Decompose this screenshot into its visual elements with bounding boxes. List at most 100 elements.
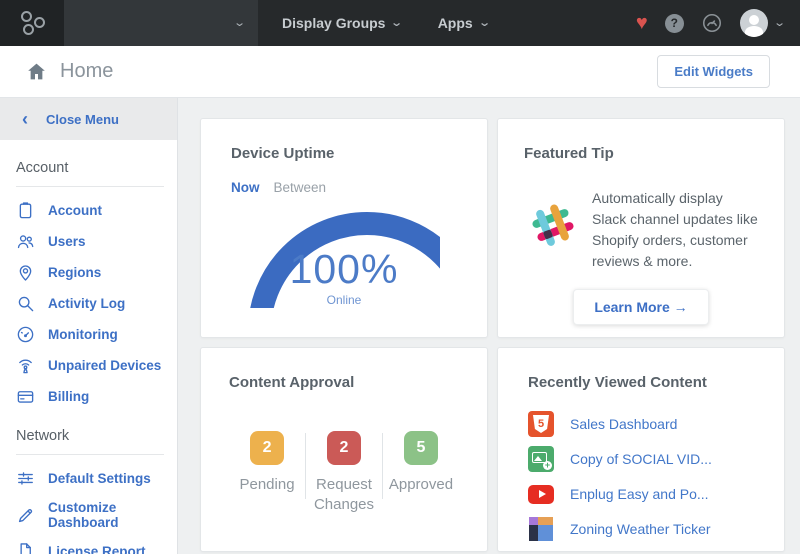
map-pin-icon xyxy=(19,265,32,281)
sidebar-item-default-settings[interactable]: Default Settings xyxy=(16,469,177,488)
learn-more-button[interactable]: Learn More → xyxy=(573,289,709,325)
pen-icon xyxy=(18,508,33,522)
main-content: Device Uptime Now Between 100% Online Fe… xyxy=(178,98,800,554)
stat-pending[interactable]: 2 Pending xyxy=(229,431,305,495)
sidebar-item-label: Default Settings xyxy=(48,471,151,486)
recent-item-link: Enplug Easy and Po... xyxy=(570,486,709,502)
sidebar-item-label: Billing xyxy=(48,389,90,404)
device-uptime-card: Device Uptime Now Between 100% Online xyxy=(200,118,488,338)
stat-approved[interactable]: 5 Approved xyxy=(383,431,459,495)
sidebar-item-users[interactable]: Users xyxy=(16,232,177,251)
tab-now[interactable]: Now xyxy=(231,180,260,195)
sidebar-item-label: Monitoring xyxy=(48,327,118,342)
recent-item-sales-dashboard[interactable]: 5 Sales Dashboard xyxy=(528,411,754,437)
display-group-selector[interactable]: ⌄ xyxy=(64,0,258,46)
section-title: Network xyxy=(16,428,70,444)
document-icon xyxy=(20,543,31,554)
uptime-tabs: Now Between xyxy=(231,180,457,195)
card-title: Content Approval xyxy=(229,374,355,391)
card-title: Device Uptime xyxy=(231,145,335,162)
nav-display-groups[interactable]: Display Groups ⌄ xyxy=(282,15,404,31)
recent-item-link: Copy of SOCIAL VID... xyxy=(570,451,712,467)
sidebar-item-label: Users xyxy=(48,234,86,249)
sidebar-item-license-report[interactable]: License Report xyxy=(16,542,177,554)
image-plus-icon: + xyxy=(528,446,554,472)
uptime-label: Online xyxy=(326,293,362,307)
nav-apps[interactable]: Apps ⌄ xyxy=(437,15,491,31)
stat-label: Approved xyxy=(388,476,454,493)
tab-between[interactable]: Between xyxy=(274,180,327,195)
section-title: Account xyxy=(16,160,69,176)
recent-item-enplug-video[interactable]: Enplug Easy and Po... xyxy=(528,481,754,507)
sidebar-item-activity-log[interactable]: Activity Log xyxy=(16,294,177,313)
avatar xyxy=(739,9,768,37)
close-menu-button[interactable]: ‹ Close Menu xyxy=(0,98,177,140)
approval-stats: 2 Pending 2 Request Changes 5 Approved xyxy=(229,431,459,514)
credit-card-icon xyxy=(17,391,34,403)
sidebar-item-label: Activity Log xyxy=(48,296,126,311)
top-bar: ⌄ Display Groups ⌄ Apps ⌄ ♥ ? ⌄ xyxy=(0,0,800,46)
nav-apps-label: Apps xyxy=(437,15,473,31)
top-nav: Display Groups ⌄ Apps ⌄ xyxy=(282,15,491,31)
magnifier-icon xyxy=(18,296,34,312)
nav-display-groups-label: Display Groups xyxy=(282,15,386,31)
enplug-logo-icon xyxy=(19,11,45,35)
chevron-down-icon: ⌄ xyxy=(232,16,246,29)
tip-body-text: Automatically display Slack channel upda… xyxy=(592,190,758,269)
featured-tip-card: Featured Tip Automatically display Slack… xyxy=(497,118,785,338)
sidebar-section-account: Account Account Users Regions Activity L… xyxy=(0,140,177,422)
uptime-value: 100% xyxy=(289,246,399,292)
gauge-icon xyxy=(17,326,34,343)
sidebar-item-account[interactable]: Account xyxy=(16,201,177,220)
user-menu[interactable]: ⌄ xyxy=(739,9,786,37)
chevron-down-icon: ⌄ xyxy=(477,16,491,29)
sidebar-item-unpaired-devices[interactable]: Unpaired Devices xyxy=(16,356,177,375)
recent-item-link: Zoning Weather Ticker xyxy=(570,521,711,537)
help-icon[interactable]: ? xyxy=(664,13,684,33)
slack-icon xyxy=(523,195,582,254)
clipboard-icon xyxy=(19,202,32,219)
request-changes-count-badge: 2 xyxy=(326,431,361,465)
recent-item-zoning-weather[interactable]: Zoning Weather Ticker xyxy=(528,516,754,542)
wifi-device-icon xyxy=(19,359,32,374)
page-title: Home xyxy=(60,60,114,82)
youtube-icon xyxy=(528,481,554,507)
chevron-left-icon: ‹ xyxy=(22,109,28,129)
edit-widgets-button[interactable]: Edit Widgets xyxy=(657,55,770,88)
approved-count-badge: 5 xyxy=(403,431,438,465)
heart-icon[interactable]: ♥ xyxy=(636,13,648,33)
uptime-gauge: 100% Online xyxy=(248,212,440,308)
support-icon[interactable] xyxy=(701,12,723,34)
topbar-actions: ♥ ? ⌄ xyxy=(636,9,800,37)
sidebar-item-label: Account xyxy=(48,203,102,218)
html5-icon: 5 xyxy=(528,411,554,437)
sidebar-item-label: License Report xyxy=(48,544,146,554)
sliders-icon xyxy=(18,472,33,485)
sidebar-item-regions[interactable]: Regions xyxy=(16,263,177,282)
sidebar-item-billing[interactable]: Billing xyxy=(16,387,177,406)
sidebar-item-monitoring[interactable]: Monitoring xyxy=(16,325,177,344)
recently-viewed-card: Recently Viewed Content 5 Sales Dashboar… xyxy=(497,347,785,552)
sidebar: ‹ Close Menu Account Account Users Regio… xyxy=(0,98,178,554)
stat-label: Pending xyxy=(239,476,295,493)
recent-item-link: Sales Dashboard xyxy=(570,416,678,432)
content-approval-card: Content Approval 2 Pending 2 Request Cha… xyxy=(200,347,488,552)
card-title: Featured Tip xyxy=(524,145,614,162)
stat-label: Request Changes xyxy=(313,476,375,513)
color-grid-icon xyxy=(528,516,554,542)
card-title: Recently Viewed Content xyxy=(528,374,707,391)
users-icon xyxy=(17,235,34,249)
pending-count-badge: 2 xyxy=(250,431,285,465)
sidebar-section-network: Network Default Settings Customize Dashb… xyxy=(0,422,177,554)
chevron-down-icon: ⌄ xyxy=(390,16,404,29)
sidebar-item-label: Customize Dashboard xyxy=(48,500,119,530)
recent-item-social-video[interactable]: + Copy of SOCIAL VID... xyxy=(528,446,754,472)
divider xyxy=(16,186,164,187)
sidebar-item-label: Regions xyxy=(48,265,102,280)
divider xyxy=(16,454,164,455)
page-header: Home Edit Widgets xyxy=(0,46,800,98)
chevron-down-icon: ⌄ xyxy=(772,16,786,29)
app-logo[interactable] xyxy=(0,0,64,46)
stat-request-changes[interactable]: 2 Request Changes xyxy=(306,431,382,514)
sidebar-item-customize-dashboard[interactable]: Customize Dashboard xyxy=(16,500,177,530)
